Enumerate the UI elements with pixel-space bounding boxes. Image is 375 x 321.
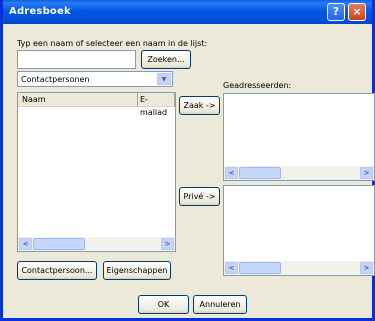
chevron-down-icon[interactable]: ▼ [157, 73, 171, 85]
address-book-dialog: Adresboek ? × Typ een naam of selecteer … [0, 0, 375, 321]
address-source-value: Contactpersonen [21, 75, 90, 84]
address-source-dropdown[interactable]: Contactpersonen ▼ [17, 71, 173, 87]
scrollbar-thumb[interactable] [239, 262, 281, 274]
recipients-label: Geadresseerden: [223, 81, 292, 90]
zaak-horizontal-scrollbar[interactable]: < > [224, 166, 374, 180]
search-input[interactable] [17, 50, 136, 69]
contacts-horizontal-scrollbar[interactable]: < > [18, 237, 175, 251]
close-icon: × [352, 5, 362, 18]
column-header-naam[interactable]: Naam [18, 93, 138, 107]
scrollbar-thumb[interactable] [239, 167, 281, 179]
cancel-button[interactable]: Annuleren [193, 295, 247, 314]
new-contact-button[interactable]: Contactpersoon... [17, 261, 97, 280]
window-title: Adresboek [9, 6, 71, 17]
right-arrow-icon[interactable]: > [161, 238, 174, 250]
search-button[interactable]: Zoeken... [141, 50, 191, 69]
properties-button[interactable]: Eigenschappen [103, 261, 171, 280]
prive-horizontal-scrollbar[interactable]: < > [224, 261, 374, 275]
search-prompt-label: Typ een naam of selecteer een naam in de… [17, 39, 208, 48]
prive-recipients-list[interactable]: < > [223, 185, 375, 276]
left-arrow-icon[interactable]: < [225, 262, 238, 274]
column-header-email[interactable]: E-mailad [138, 93, 175, 117]
right-arrow-icon[interactable]: > [360, 262, 373, 274]
left-arrow-icon[interactable]: < [19, 238, 32, 250]
zaak-recipients-list[interactable]: < > [223, 93, 375, 181]
prive-button[interactable]: Privé -> [179, 187, 220, 206]
help-button[interactable]: ? [327, 3, 345, 21]
title-bar[interactable]: Adresboek ? × [3, 0, 372, 24]
ok-button[interactable]: OK [138, 295, 189, 314]
zaak-button[interactable]: Zaak -> [179, 96, 220, 115]
right-arrow-icon[interactable]: > [360, 167, 373, 179]
scrollbar-thumb[interactable] [33, 238, 85, 250]
contacts-list[interactable]: Naam E-mailad < > [17, 92, 176, 252]
close-button[interactable]: × [348, 3, 366, 21]
left-arrow-icon[interactable]: < [225, 167, 238, 179]
help-icon: ? [332, 5, 340, 18]
